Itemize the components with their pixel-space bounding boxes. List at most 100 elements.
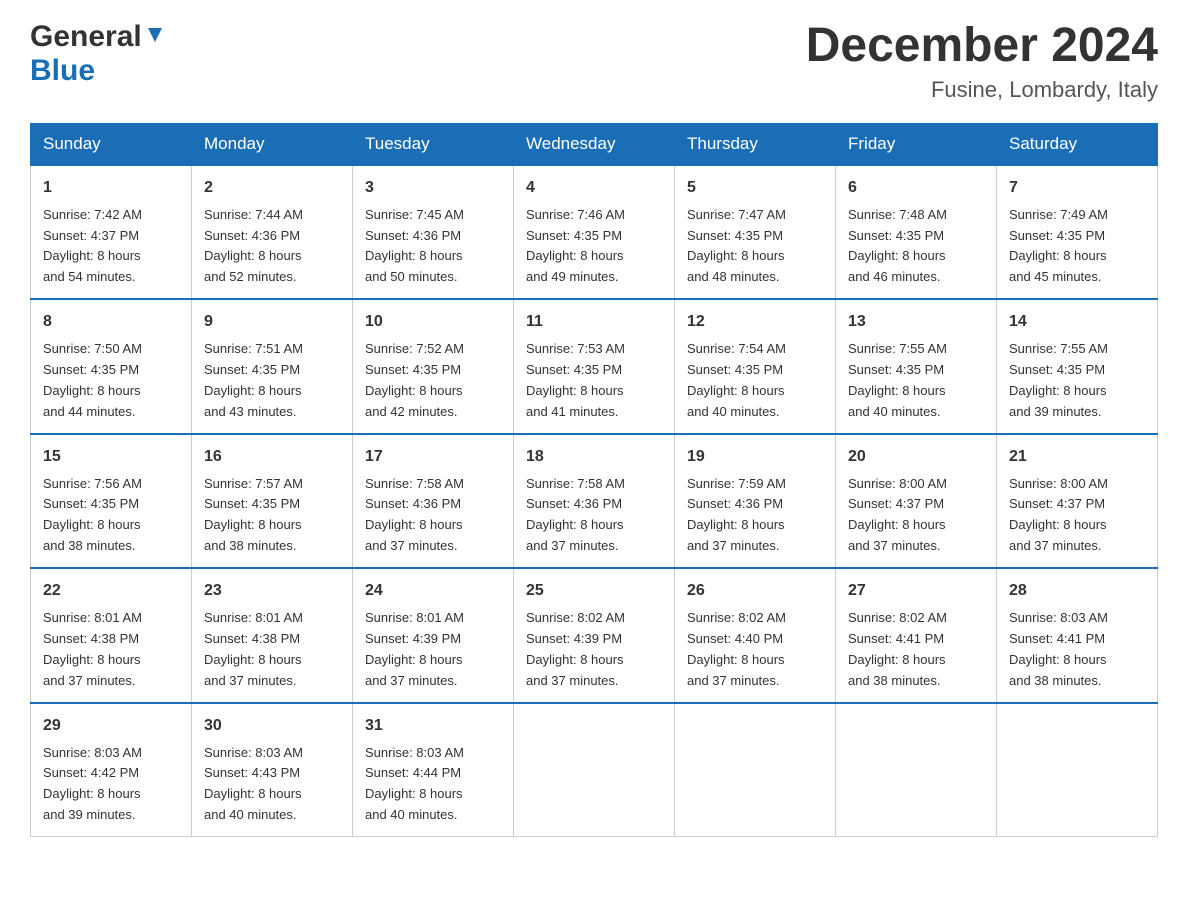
table-row: 16 Sunrise: 7:57 AMSunset: 4:35 PMDaylig… bbox=[192, 434, 353, 568]
day-info: Sunrise: 8:01 AMSunset: 4:38 PMDaylight:… bbox=[204, 610, 303, 688]
table-row: 13 Sunrise: 7:55 AMSunset: 4:35 PMDaylig… bbox=[836, 299, 997, 433]
day-number: 28 bbox=[1009, 579, 1145, 604]
calendar-header-row: Sunday Monday Tuesday Wednesday Thursday… bbox=[31, 123, 1158, 165]
day-info: Sunrise: 7:49 AMSunset: 4:35 PMDaylight:… bbox=[1009, 207, 1108, 285]
table-row: 19 Sunrise: 7:59 AMSunset: 4:36 PMDaylig… bbox=[675, 434, 836, 568]
table-row: 14 Sunrise: 7:55 AMSunset: 4:35 PMDaylig… bbox=[997, 299, 1158, 433]
day-info: Sunrise: 7:58 AMSunset: 4:36 PMDaylight:… bbox=[526, 476, 625, 554]
day-info: Sunrise: 7:56 AMSunset: 4:35 PMDaylight:… bbox=[43, 476, 142, 554]
col-monday: Monday bbox=[192, 123, 353, 165]
day-number: 31 bbox=[365, 714, 501, 739]
day-info: Sunrise: 7:59 AMSunset: 4:36 PMDaylight:… bbox=[687, 476, 786, 554]
day-info: Sunrise: 8:01 AMSunset: 4:38 PMDaylight:… bbox=[43, 610, 142, 688]
table-row: 21 Sunrise: 8:00 AMSunset: 4:37 PMDaylig… bbox=[997, 434, 1158, 568]
table-row: 2 Sunrise: 7:44 AMSunset: 4:36 PMDayligh… bbox=[192, 165, 353, 299]
day-number: 11 bbox=[526, 310, 662, 335]
day-info: Sunrise: 8:02 AMSunset: 4:40 PMDaylight:… bbox=[687, 610, 786, 688]
table-row: 5 Sunrise: 7:47 AMSunset: 4:35 PMDayligh… bbox=[675, 165, 836, 299]
table-row: 29 Sunrise: 8:03 AMSunset: 4:42 PMDaylig… bbox=[31, 703, 192, 837]
day-info: Sunrise: 7:55 AMSunset: 4:35 PMDaylight:… bbox=[1009, 341, 1108, 419]
calendar-week-row: 15 Sunrise: 7:56 AMSunset: 4:35 PMDaylig… bbox=[31, 434, 1158, 568]
table-row: 17 Sunrise: 7:58 AMSunset: 4:36 PMDaylig… bbox=[353, 434, 514, 568]
day-number: 6 bbox=[848, 176, 984, 201]
day-info: Sunrise: 7:45 AMSunset: 4:36 PMDaylight:… bbox=[365, 207, 464, 285]
day-info: Sunrise: 7:55 AMSunset: 4:35 PMDaylight:… bbox=[848, 341, 947, 419]
table-row: 25 Sunrise: 8:02 AMSunset: 4:39 PMDaylig… bbox=[514, 568, 675, 702]
day-number: 15 bbox=[43, 445, 179, 470]
day-info: Sunrise: 8:03 AMSunset: 4:42 PMDaylight:… bbox=[43, 745, 142, 823]
day-number: 24 bbox=[365, 579, 501, 604]
table-row: 18 Sunrise: 7:58 AMSunset: 4:36 PMDaylig… bbox=[514, 434, 675, 568]
table-row: 8 Sunrise: 7:50 AMSunset: 4:35 PMDayligh… bbox=[31, 299, 192, 433]
day-number: 13 bbox=[848, 310, 984, 335]
table-row: 27 Sunrise: 8:02 AMSunset: 4:41 PMDaylig… bbox=[836, 568, 997, 702]
table-row bbox=[997, 703, 1158, 837]
day-info: Sunrise: 7:54 AMSunset: 4:35 PMDaylight:… bbox=[687, 341, 786, 419]
table-row: 9 Sunrise: 7:51 AMSunset: 4:35 PMDayligh… bbox=[192, 299, 353, 433]
table-row: 30 Sunrise: 8:03 AMSunset: 4:43 PMDaylig… bbox=[192, 703, 353, 837]
location: Fusine, Lombardy, Italy bbox=[806, 77, 1158, 103]
calendar-week-row: 8 Sunrise: 7:50 AMSunset: 4:35 PMDayligh… bbox=[31, 299, 1158, 433]
table-row: 22 Sunrise: 8:01 AMSunset: 4:38 PMDaylig… bbox=[31, 568, 192, 702]
day-info: Sunrise: 8:02 AMSunset: 4:41 PMDaylight:… bbox=[848, 610, 947, 688]
table-row: 20 Sunrise: 8:00 AMSunset: 4:37 PMDaylig… bbox=[836, 434, 997, 568]
day-number: 5 bbox=[687, 176, 823, 201]
table-row: 23 Sunrise: 8:01 AMSunset: 4:38 PMDaylig… bbox=[192, 568, 353, 702]
day-info: Sunrise: 7:50 AMSunset: 4:35 PMDaylight:… bbox=[43, 341, 142, 419]
day-number: 3 bbox=[365, 176, 501, 201]
day-number: 26 bbox=[687, 579, 823, 604]
table-row: 28 Sunrise: 8:03 AMSunset: 4:41 PMDaylig… bbox=[997, 568, 1158, 702]
day-number: 14 bbox=[1009, 310, 1145, 335]
table-row: 3 Sunrise: 7:45 AMSunset: 4:36 PMDayligh… bbox=[353, 165, 514, 299]
table-row bbox=[836, 703, 997, 837]
day-info: Sunrise: 8:03 AMSunset: 4:43 PMDaylight:… bbox=[204, 745, 303, 823]
day-number: 23 bbox=[204, 579, 340, 604]
day-number: 22 bbox=[43, 579, 179, 604]
table-row bbox=[675, 703, 836, 837]
day-info: Sunrise: 7:44 AMSunset: 4:36 PMDaylight:… bbox=[204, 207, 303, 285]
day-info: Sunrise: 7:52 AMSunset: 4:35 PMDaylight:… bbox=[365, 341, 464, 419]
calendar-week-row: 1 Sunrise: 7:42 AMSunset: 4:37 PMDayligh… bbox=[31, 165, 1158, 299]
calendar-table: Sunday Monday Tuesday Wednesday Thursday… bbox=[30, 123, 1158, 837]
col-sunday: Sunday bbox=[31, 123, 192, 165]
day-number: 16 bbox=[204, 445, 340, 470]
day-number: 20 bbox=[848, 445, 984, 470]
table-row: 11 Sunrise: 7:53 AMSunset: 4:35 PMDaylig… bbox=[514, 299, 675, 433]
table-row: 7 Sunrise: 7:49 AMSunset: 4:35 PMDayligh… bbox=[997, 165, 1158, 299]
col-saturday: Saturday bbox=[997, 123, 1158, 165]
logo: General Blue bbox=[30, 20, 166, 88]
day-number: 17 bbox=[365, 445, 501, 470]
day-number: 18 bbox=[526, 445, 662, 470]
day-info: Sunrise: 7:57 AMSunset: 4:35 PMDaylight:… bbox=[204, 476, 303, 554]
title-section: December 2024 Fusine, Lombardy, Italy bbox=[806, 20, 1158, 103]
table-row: 4 Sunrise: 7:46 AMSunset: 4:35 PMDayligh… bbox=[514, 165, 675, 299]
day-info: Sunrise: 7:51 AMSunset: 4:35 PMDaylight:… bbox=[204, 341, 303, 419]
logo-triangle-icon bbox=[144, 24, 166, 51]
calendar-week-row: 29 Sunrise: 8:03 AMSunset: 4:42 PMDaylig… bbox=[31, 703, 1158, 837]
day-number: 25 bbox=[526, 579, 662, 604]
table-row: 6 Sunrise: 7:48 AMSunset: 4:35 PMDayligh… bbox=[836, 165, 997, 299]
day-number: 4 bbox=[526, 176, 662, 201]
day-number: 8 bbox=[43, 310, 179, 335]
day-number: 30 bbox=[204, 714, 340, 739]
day-number: 7 bbox=[1009, 176, 1145, 201]
day-number: 19 bbox=[687, 445, 823, 470]
day-number: 1 bbox=[43, 176, 179, 201]
day-info: Sunrise: 8:01 AMSunset: 4:39 PMDaylight:… bbox=[365, 610, 464, 688]
day-info: Sunrise: 7:48 AMSunset: 4:35 PMDaylight:… bbox=[848, 207, 947, 285]
day-info: Sunrise: 8:00 AMSunset: 4:37 PMDaylight:… bbox=[1009, 476, 1108, 554]
day-number: 9 bbox=[204, 310, 340, 335]
table-row: 12 Sunrise: 7:54 AMSunset: 4:35 PMDaylig… bbox=[675, 299, 836, 433]
day-info: Sunrise: 8:02 AMSunset: 4:39 PMDaylight:… bbox=[526, 610, 625, 688]
table-row: 26 Sunrise: 8:02 AMSunset: 4:40 PMDaylig… bbox=[675, 568, 836, 702]
day-info: Sunrise: 8:00 AMSunset: 4:37 PMDaylight:… bbox=[848, 476, 947, 554]
day-number: 12 bbox=[687, 310, 823, 335]
day-info: Sunrise: 8:03 AMSunset: 4:41 PMDaylight:… bbox=[1009, 610, 1108, 688]
col-friday: Friday bbox=[836, 123, 997, 165]
calendar-week-row: 22 Sunrise: 8:01 AMSunset: 4:38 PMDaylig… bbox=[31, 568, 1158, 702]
day-info: Sunrise: 7:42 AMSunset: 4:37 PMDaylight:… bbox=[43, 207, 142, 285]
day-info: Sunrise: 7:46 AMSunset: 4:35 PMDaylight:… bbox=[526, 207, 625, 285]
page-header: General Blue December 2024 Fusine, Lomba… bbox=[30, 20, 1158, 103]
logo-general: General bbox=[30, 20, 142, 54]
day-number: 2 bbox=[204, 176, 340, 201]
